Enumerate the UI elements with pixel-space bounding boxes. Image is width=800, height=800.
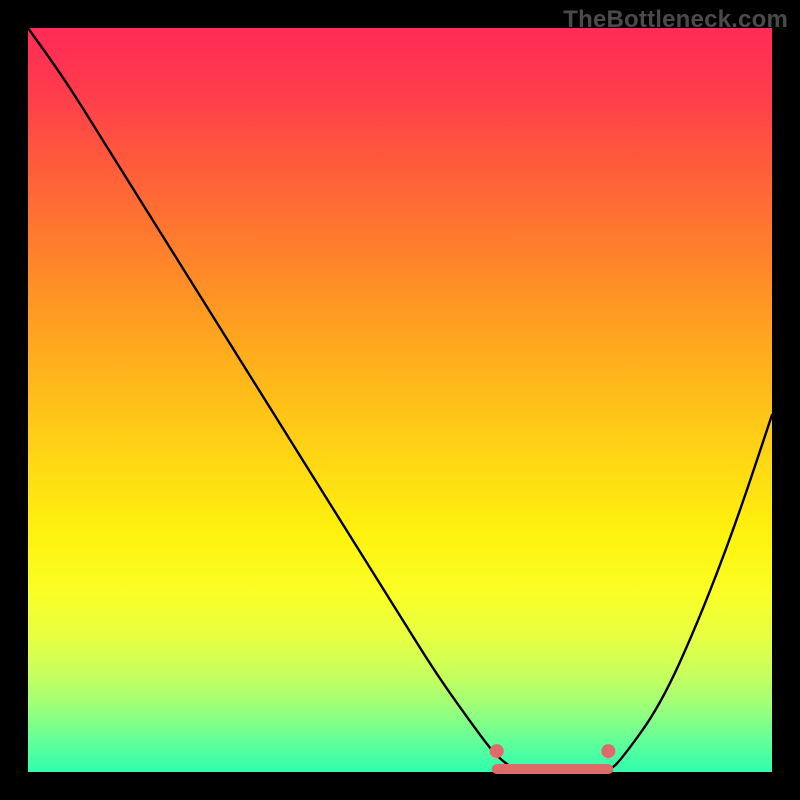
watermark-text: TheBottleneck.com [563,6,788,34]
plot-area [28,28,772,772]
optimal-region-start-marker [490,744,504,758]
chart-frame: TheBottleneck.com [0,0,800,800]
bottleneck-curve [28,28,772,772]
curve-overlay [28,28,772,772]
optimal-region-end-marker [601,744,615,758]
